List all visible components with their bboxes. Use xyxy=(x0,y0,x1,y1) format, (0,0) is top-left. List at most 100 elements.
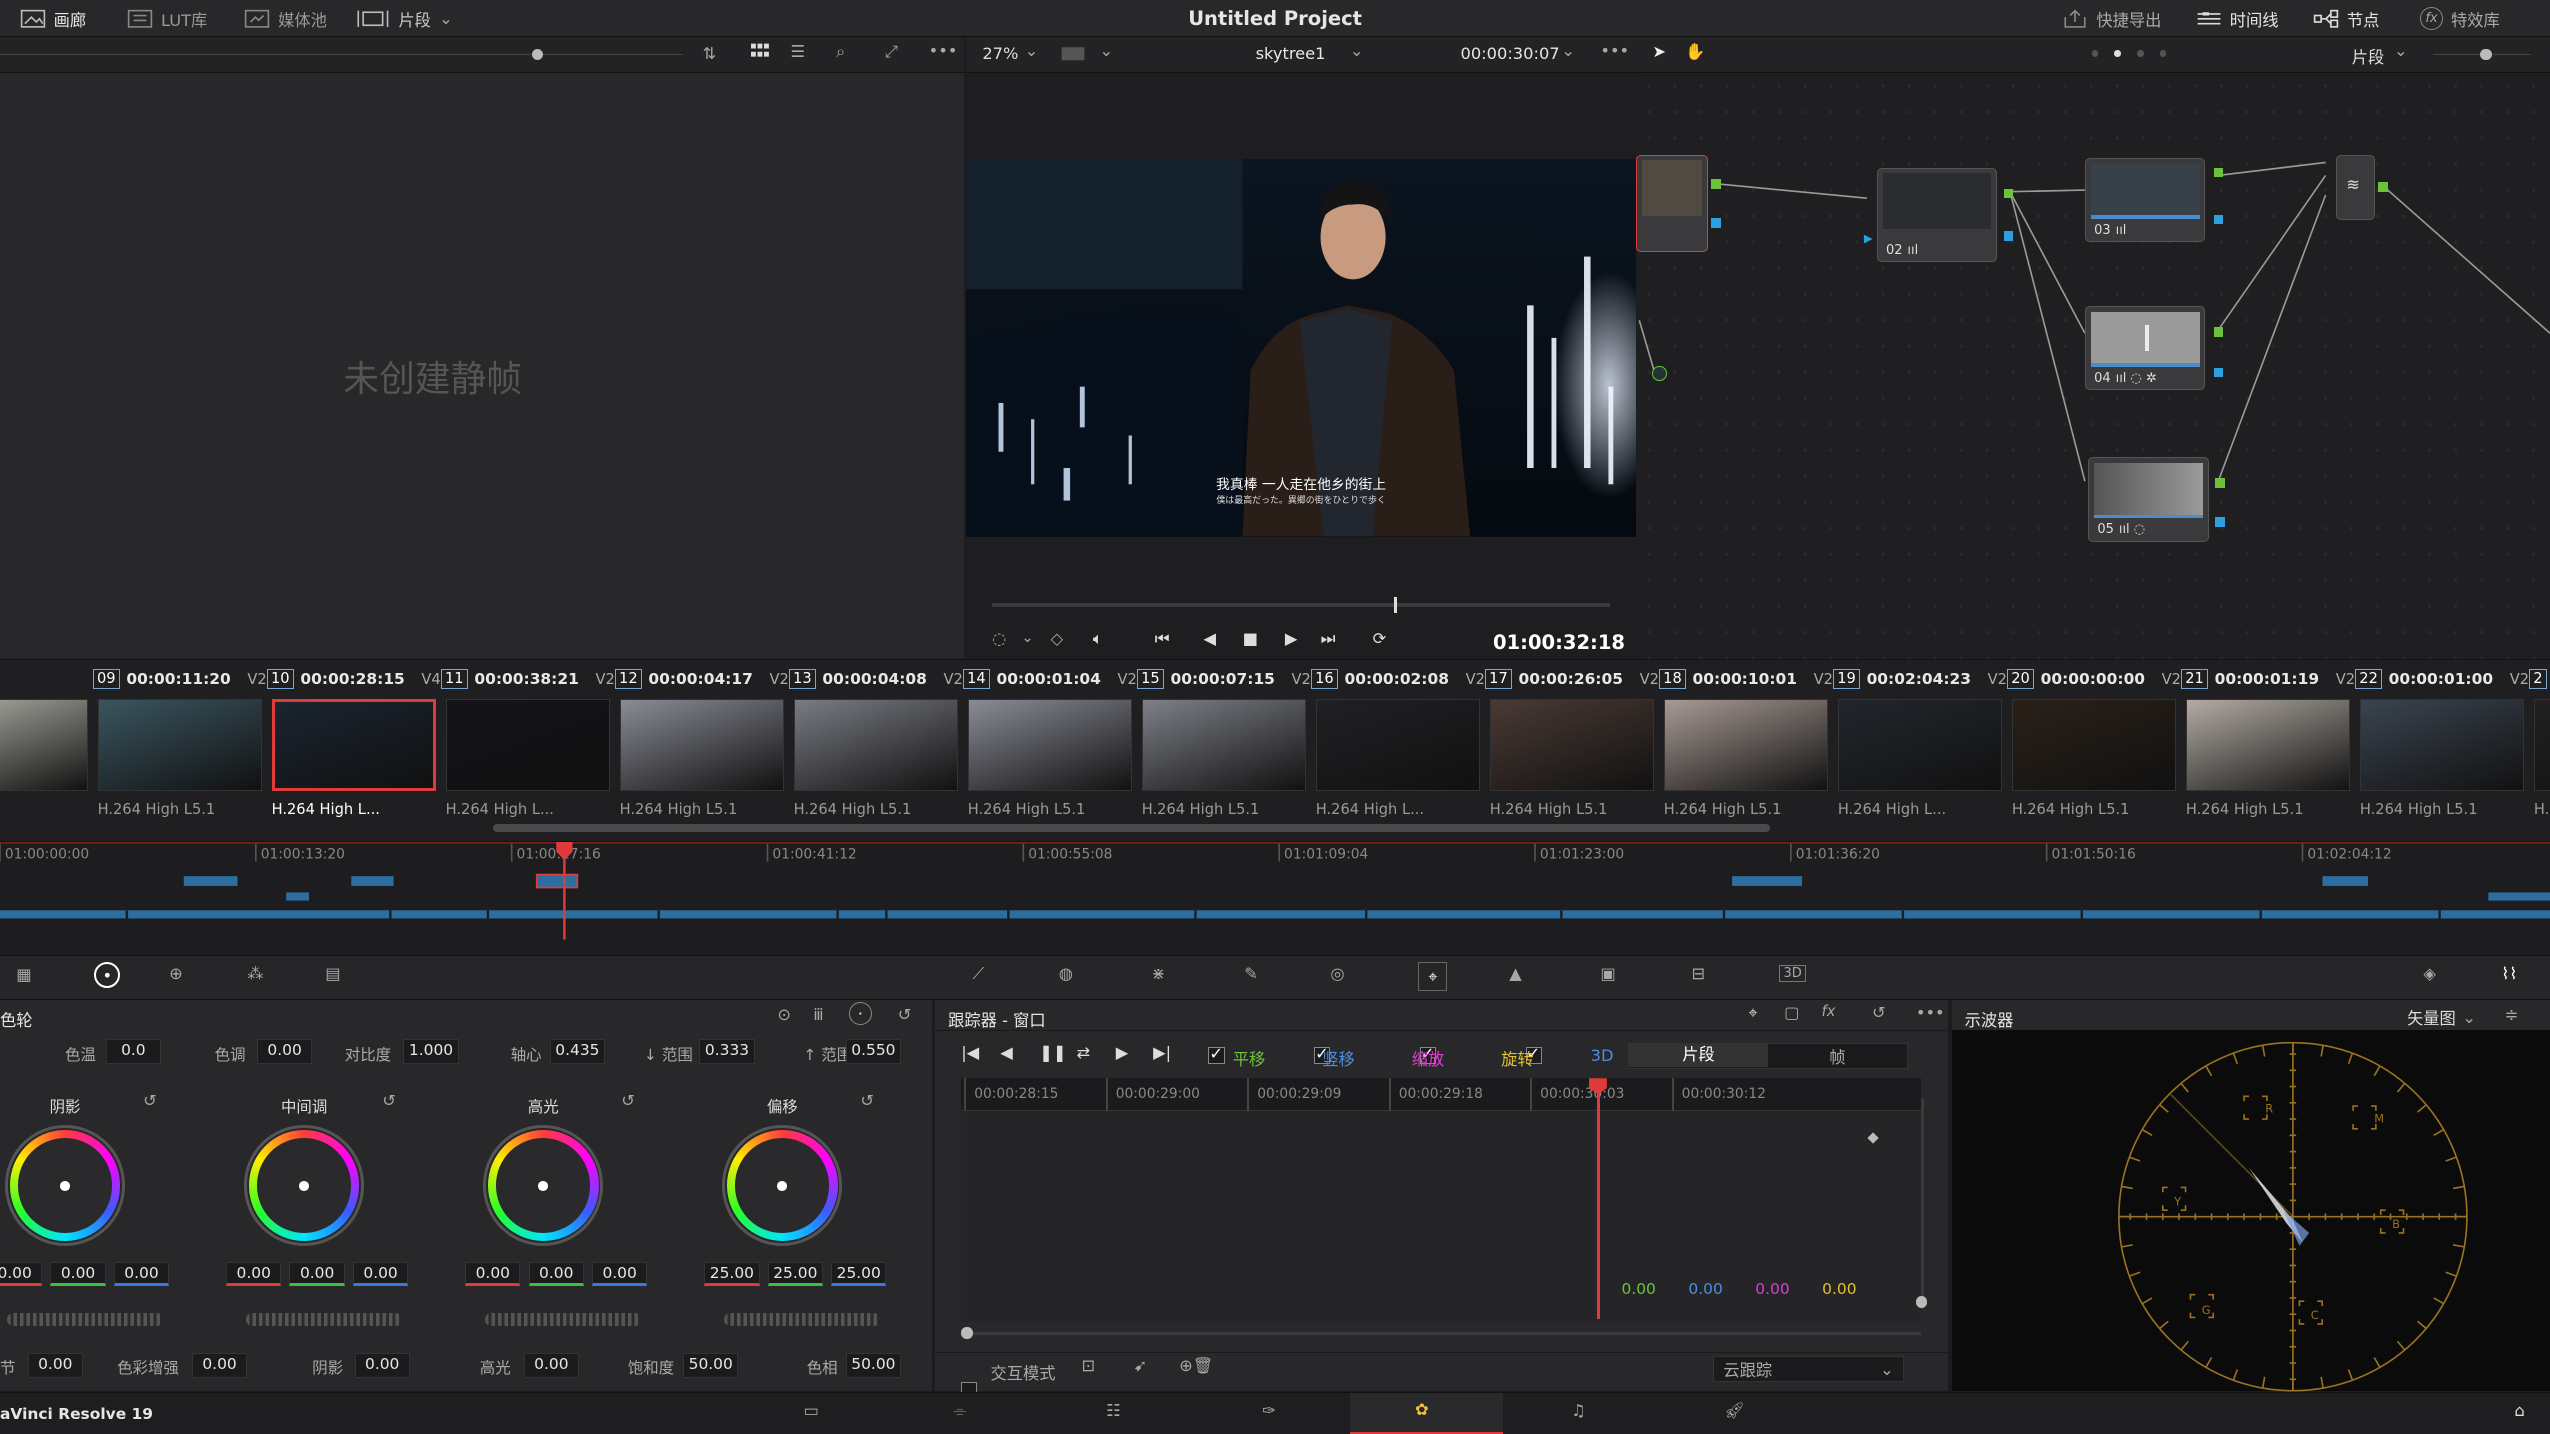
wheel-value[interactable]: 0.00 xyxy=(465,1262,521,1287)
node-mode-label[interactable]: 片段 xyxy=(2352,44,2385,68)
page-dot[interactable] xyxy=(2137,50,2144,57)
tracker-zoom-slider[interactable] xyxy=(967,1332,1921,1336)
page-dot[interactable] xyxy=(2091,50,2099,57)
clip-thumbnail[interactable]: 21 00:00:01:19 V2 H.264 High L5.1 xyxy=(2181,660,2355,839)
clip-strip-scrollbar[interactable] xyxy=(492,823,1770,833)
node-output-port[interactable] xyxy=(2377,182,2388,192)
magic-mask-icon[interactable]: ▲ xyxy=(1509,964,1522,983)
node-output-port[interactable] xyxy=(1710,217,1721,228)
param-field[interactable]: 0.00 xyxy=(191,1353,248,1378)
go-to-start-icon[interactable]: ⏮︎ xyxy=(1155,629,1170,649)
key-icon[interactable]: ⊟ xyxy=(1691,964,1705,983)
param-field[interactable]: 0.0 xyxy=(105,1039,161,1064)
param-field[interactable]: 0.550 xyxy=(845,1039,902,1064)
track-both-icon[interactable]: ⇄ xyxy=(1077,1043,1091,1062)
tracker-vertical-zoom-handle[interactable] xyxy=(1915,1296,1928,1308)
log-wheels-icon[interactable]: ⅲ xyxy=(813,1005,823,1024)
insert-feature-icon[interactable]: ⊡ xyxy=(1082,1356,1096,1375)
tracker-icon[interactable]: ⌖ xyxy=(1418,962,1448,992)
page-dot[interactable] xyxy=(2159,50,2167,57)
color-wheel[interactable] xyxy=(4,1125,126,1246)
page-dot[interactable] xyxy=(2114,50,2121,57)
node-output-port[interactable] xyxy=(2003,188,2014,199)
node-editor[interactable]: 02 ııl ▶ 03 ııl 04 ııl ◌ ✲ 05 ııl ◌ ≋ xyxy=(1636,73,2550,659)
curves-icon[interactable]: ⟋ xyxy=(973,964,984,984)
clip-thumbnail[interactable]: 19 00:02:04:23 V2 H.264 High L... xyxy=(1832,660,2007,839)
stabilize-icon[interactable]: ▢ xyxy=(1784,1003,1799,1022)
track-reverse-icon[interactable]: ◀ xyxy=(1000,1043,1013,1062)
tracker-graph[interactable]: 0.00 0.00 0.00 0.00 xyxy=(961,1110,1921,1323)
param-field[interactable]: 0.435 xyxy=(549,1039,606,1064)
play-reverse-icon[interactable]: ◀ xyxy=(1204,629,1217,648)
chevron-down-icon[interactable]: ⌄ xyxy=(1350,41,1364,60)
viewer-overlay-icon[interactable]: ◌ xyxy=(992,629,1006,648)
chevron-down-icon[interactable]: ⌄ xyxy=(1025,41,1039,60)
fusion-page-icon[interactable]: ✑ xyxy=(1262,1401,1276,1420)
clip-thumbnail[interactable]: 12 00:00:04:17 V2 H.264 High L5.1 xyxy=(614,660,789,839)
node-output-port[interactable] xyxy=(2003,230,2014,241)
chevron-down-icon[interactable]: ⌄ xyxy=(2394,41,2408,60)
clip-thumbnail[interactable]: 18 00:00:10:01 V2 H.264 High L5.1 xyxy=(1658,660,1833,839)
sort-icon[interactable]: ⇅ xyxy=(703,44,717,63)
keyframes-icon[interactable]: ◈ xyxy=(2423,964,2436,983)
primaries-bars-icon[interactable]: ⊙ xyxy=(777,1005,791,1024)
wheel-value[interactable]: 0.00 xyxy=(50,1262,106,1287)
node-zoom-slider[interactable] xyxy=(2480,48,2492,61)
more-options-icon[interactable]: ••• xyxy=(929,41,958,60)
node-04[interactable]: 04 ııl ◌ ✲ xyxy=(2085,305,2206,391)
tracker-vertical-zoom[interactable] xyxy=(1920,1097,1925,1310)
color-wheel[interactable] xyxy=(483,1125,604,1246)
nodes-toggle[interactable]: 节点 xyxy=(2313,0,2379,37)
wheel-center-handle[interactable] xyxy=(299,1180,309,1191)
play-icon[interactable]: ▶ xyxy=(1285,629,1298,648)
keyframe-marker[interactable] xyxy=(1867,1131,1879,1144)
layer-mixer-node[interactable]: ≋ xyxy=(2335,154,2375,220)
wheel-value[interactable]: 0.00 xyxy=(0,1262,43,1287)
fullscreen-icon[interactable]: ⤢ xyxy=(885,42,898,62)
track-forward-icon[interactable]: ▶ xyxy=(1116,1043,1129,1062)
node-output-port[interactable] xyxy=(2213,326,2224,337)
wheel-center-handle[interactable] xyxy=(777,1180,788,1191)
quick-export-button[interactable]: 快捷导出 xyxy=(2062,0,2161,37)
layers-icon[interactable]: ◇ xyxy=(1051,629,1064,648)
viewer-mode-icon[interactable] xyxy=(1060,44,1086,64)
wheel-center-handle[interactable] xyxy=(60,1180,70,1191)
list-view-icon[interactable]: ☰ xyxy=(790,42,805,61)
chevron-down-icon[interactable]: ⌄ xyxy=(1021,629,1033,646)
wheel-value[interactable]: 25.00 xyxy=(704,1262,760,1287)
track-reverse-frame-icon[interactable]: |◀ xyxy=(961,1043,979,1062)
param-field[interactable]: 0.00 xyxy=(354,1353,410,1378)
master-wheel[interactable] xyxy=(245,1312,402,1326)
clip-frame-toggle[interactable]: 片段 帧 xyxy=(1628,1042,1908,1069)
go-to-end-icon[interactable]: ⏭︎ xyxy=(1321,629,1336,649)
node-connector[interactable] xyxy=(1652,365,1668,381)
hdr-wheels-icon[interactable]: ⊕ xyxy=(169,964,183,983)
reset-icon[interactable]: ↺ xyxy=(143,1091,157,1110)
scopes-icon[interactable]: ⌇⌇ xyxy=(2501,964,2517,983)
window-icon[interactable]: ◎ xyxy=(1330,964,1344,983)
media-pool-tab[interactable]: 媒体池 xyxy=(244,0,327,37)
qualifier-icon[interactable]: ⋇ xyxy=(1151,964,1165,983)
wheel-value[interactable]: 0.00 xyxy=(226,1262,282,1287)
node-03[interactable]: 03 ııl xyxy=(2085,157,2206,243)
clip-thumbnail[interactable]: :26:19L... xyxy=(0,660,93,839)
param-field[interactable]: 50.00 xyxy=(845,1353,902,1378)
node-output-port[interactable] xyxy=(2215,478,2225,488)
clip-thumbnail[interactable]: 16 00:00:02:08 V2 H.264 High L... xyxy=(1310,660,1485,839)
param-field[interactable]: 0.00 xyxy=(523,1353,579,1378)
lut-tab[interactable]: LUT库 xyxy=(127,0,207,37)
clip-thumbnail[interactable]: 11 00:00:38:21 V2 H.264 High L... xyxy=(440,660,615,839)
param-field[interactable]: 1.000 xyxy=(403,1039,459,1064)
param-field[interactable]: 0.00 xyxy=(27,1353,83,1378)
effects-library-toggle[interactable]: fx 特效库 xyxy=(2420,0,2500,37)
eyedropper-icon[interactable]: ✎ xyxy=(1244,964,1258,983)
track-option-checkbox[interactable] xyxy=(1208,1044,1225,1064)
chevron-down-icon[interactable]: ⌄ xyxy=(1561,41,1575,60)
edit-page-icon[interactable]: ☷ xyxy=(1106,1401,1121,1420)
master-wheel[interactable] xyxy=(723,1312,880,1326)
param-field[interactable]: 0.00 xyxy=(256,1039,313,1064)
grid-view-icon[interactable] xyxy=(751,42,771,62)
motion-effects-icon[interactable]: ▤ xyxy=(325,964,340,983)
clip-thumbnail[interactable]: 22 00:00:01:00 V2 H.264 High L5.1 xyxy=(2355,660,2529,839)
viewer-playhead[interactable] xyxy=(1393,596,1398,614)
